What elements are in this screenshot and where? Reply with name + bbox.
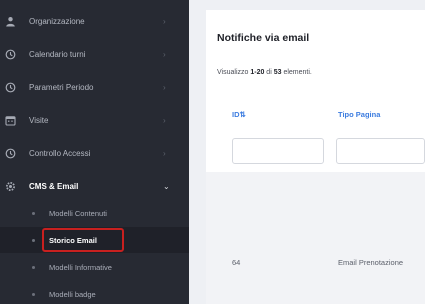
- clock-icon: [4, 147, 17, 160]
- chevron-right-icon: ›: [163, 148, 166, 158]
- column-header-tipo-pagina[interactable]: Tipo Pagina: [338, 110, 380, 119]
- chevron-right-icon: ›: [163, 115, 166, 125]
- table-row[interactable]: [206, 172, 425, 304]
- sidebar: Organizzazione › Calendario turni › Para…: [0, 0, 189, 304]
- sidebar-item-label: Visite: [29, 115, 49, 125]
- sidebar-item-label: Controllo Accessi: [29, 148, 91, 158]
- calendar-icon: [4, 114, 17, 127]
- submenu-item-modelli-informative[interactable]: Modelli Informative: [0, 254, 189, 280]
- sidebar-item-parametri-periodo[interactable]: Parametri Periodo ›: [0, 71, 189, 103]
- submenu-item-storico-email[interactable]: Storico Email: [0, 227, 189, 253]
- submenu-item-modelli-badge[interactable]: Modelli badge: [0, 281, 189, 304]
- submenu-item-label: Modelli badge: [49, 289, 96, 299]
- submenu-item-label: Modelli Contenuti: [49, 208, 107, 218]
- sidebar-item-label: Calendario turni: [29, 49, 86, 59]
- chevron-down-icon: ⌄: [163, 181, 170, 191]
- sidebar-item-cms-email[interactable]: CMS & Email ⌄: [0, 170, 189, 202]
- filter-input-id[interactable]: [232, 138, 324, 164]
- sidebar-item-label: CMS & Email: [29, 181, 79, 191]
- sidebar-item-organizzazione[interactable]: Organizzazione ›: [0, 5, 189, 37]
- bullet-icon: [32, 238, 35, 242]
- submenu-item-label: Modelli Informative: [49, 262, 112, 272]
- chevron-right-icon: ›: [163, 49, 166, 59]
- cell-tipo-pagina: Email Prenotazione: [338, 258, 404, 267]
- results-summary: Visualizzo 1-20 di 53 elementi.: [217, 69, 312, 76]
- gear-icon: [4, 180, 17, 193]
- sidebar-item-calendario-turni[interactable]: Calendario turni ›: [0, 38, 189, 70]
- bullet-icon: [32, 292, 35, 296]
- chevron-right-icon: ›: [163, 82, 166, 92]
- user-icon: [4, 15, 17, 28]
- submenu-item-modelli-contenuti[interactable]: Modelli Contenuti: [0, 200, 189, 226]
- clock-icon: [4, 48, 17, 61]
- content-panel: Notifiche via email Visualizzo 1-20 di 5…: [206, 10, 425, 304]
- column-header-id[interactable]: ID⇅: [232, 110, 246, 119]
- clock-icon: [4, 81, 17, 94]
- sidebar-item-label: Parametri Periodo: [29, 82, 94, 92]
- chevron-right-icon: ›: [163, 16, 166, 26]
- cell-id: 64: [232, 258, 241, 267]
- sidebar-item-controllo-accessi[interactable]: Controllo Accessi ›: [0, 137, 189, 169]
- sidebar-item-label: Organizzazione: [29, 16, 85, 26]
- bullet-icon: [32, 211, 35, 215]
- page-title: Notifiche via email: [217, 32, 310, 44]
- bullet-icon: [32, 265, 35, 269]
- submenu-item-label: Storico Email: [49, 235, 97, 245]
- sidebar-item-visite[interactable]: Visite ›: [0, 104, 189, 136]
- filter-input-tipo-pagina[interactable]: [336, 138, 425, 164]
